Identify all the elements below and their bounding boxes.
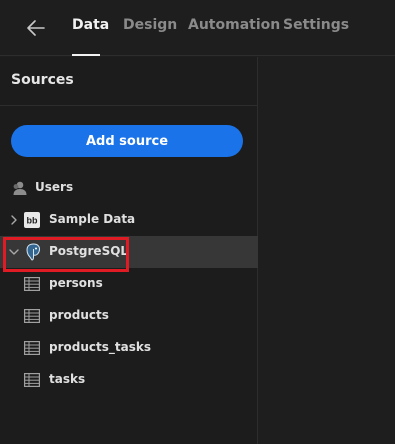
table-item-label: tasks xyxy=(49,372,86,386)
budibase-icon: bb xyxy=(24,212,40,228)
table-item-label: products xyxy=(49,308,109,322)
table-icon xyxy=(24,340,40,356)
highlight-box xyxy=(3,237,129,272)
table-item-products-tasks[interactable]: products_tasks xyxy=(0,332,258,364)
table-icon xyxy=(24,372,40,388)
user-icon xyxy=(11,180,27,196)
source-item-label: Sample Data xyxy=(49,212,136,226)
main-content xyxy=(259,57,395,444)
source-item-label: Users xyxy=(35,180,74,194)
svg-text:bb: bb xyxy=(27,216,38,226)
tab-settings[interactable]: Settings xyxy=(283,17,349,33)
source-item-sample-data[interactable]: bb Sample Data xyxy=(0,204,258,236)
table-item-persons[interactable]: persons xyxy=(0,268,258,300)
table-icon xyxy=(24,308,40,324)
sources-title: Sources xyxy=(11,72,74,88)
active-tab-indicator xyxy=(72,54,100,56)
add-source-button[interactable]: Add source xyxy=(11,125,243,157)
table-item-label: persons xyxy=(49,276,103,290)
back-arrow-icon xyxy=(27,20,45,36)
sources-sidebar: Sources Add source Users bb Sample Data xyxy=(0,57,258,444)
chevron-right-icon[interactable] xyxy=(8,214,20,226)
back-button[interactable] xyxy=(24,16,48,40)
top-nav-bar: Data Design Automation Settings xyxy=(0,0,395,56)
tab-automation[interactable]: Automation xyxy=(188,17,280,33)
table-item-label: products_tasks xyxy=(49,340,151,354)
tab-data[interactable]: Data xyxy=(72,17,109,33)
table-item-tasks[interactable]: tasks xyxy=(0,364,258,396)
sources-header: Sources xyxy=(0,57,258,106)
table-item-products[interactable]: products xyxy=(0,300,258,332)
table-icon xyxy=(24,276,40,292)
source-item-users[interactable]: Users xyxy=(0,172,258,204)
tab-design[interactable]: Design xyxy=(123,17,177,33)
